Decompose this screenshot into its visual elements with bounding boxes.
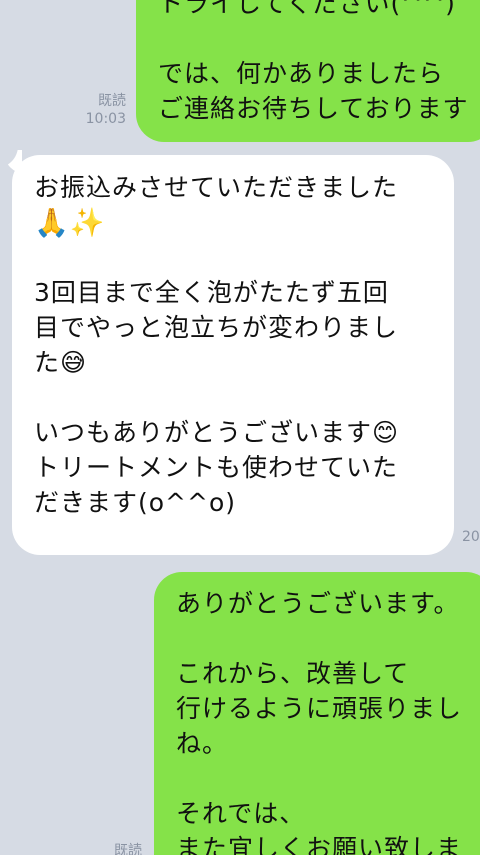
message-spacer	[34, 240, 454, 275]
message-line: ありがとうございます。	[176, 589, 460, 618]
read-receipt: 既読	[96, 842, 142, 855]
message-line: それでは、	[176, 799, 306, 828]
read-label: 既読	[114, 843, 142, 855]
chat-timeline: トライしてください(^^) では、何かありましたら ご連絡お待ちしております 既…	[0, 0, 480, 855]
message-line: では、何かありましたら	[158, 59, 445, 88]
message-time-partial: 20	[462, 529, 480, 545]
message-line: ご連絡お待ちしております	[158, 94, 469, 123]
read-receipt: 既読 10:03	[80, 92, 126, 128]
message-line: 行けるように頑張りまし	[176, 694, 463, 723]
incoming-message[interactable]: お振込みさせていただきました 🙏✨ 3回目まで全く泡がたたず五回 目でやっと泡立…	[12, 155, 454, 555]
outgoing-message-2[interactable]: ありがとうございます。 これから、改善して 行けるように頑張りまし ね。 それで…	[154, 572, 480, 855]
message-line: た😅	[34, 348, 88, 377]
message-time: 10:03	[85, 111, 126, 127]
message-line: これから、改善して	[176, 659, 410, 688]
message-line: お振込みさせていただきました	[34, 173, 399, 202]
message-line: 3回目まで全く泡がたたず五回	[34, 278, 389, 307]
message-spacer	[176, 761, 480, 796]
prayer-sparkles-emoji: 🙏✨	[34, 206, 106, 239]
message-spacer	[34, 380, 454, 415]
message-line: また宜しくお願い致しま	[176, 834, 463, 855]
message-spacer	[158, 21, 480, 56]
message-line: ね。	[176, 729, 229, 758]
message-line: 目でやっと泡立ちが変わりまし	[34, 313, 399, 342]
message-line: いつもありがとうございます😊	[34, 418, 400, 447]
message-spacer	[176, 621, 480, 656]
read-label: 既読	[98, 93, 126, 109]
message-line: だきます(o^^o)	[34, 488, 236, 517]
message-line: トライしてください(^^)	[158, 0, 456, 18]
outgoing-message-1[interactable]: トライしてください(^^) では、何かありましたら ご連絡お待ちしております	[136, 0, 480, 142]
message-line: トリートメントも使わせていた	[34, 453, 399, 482]
